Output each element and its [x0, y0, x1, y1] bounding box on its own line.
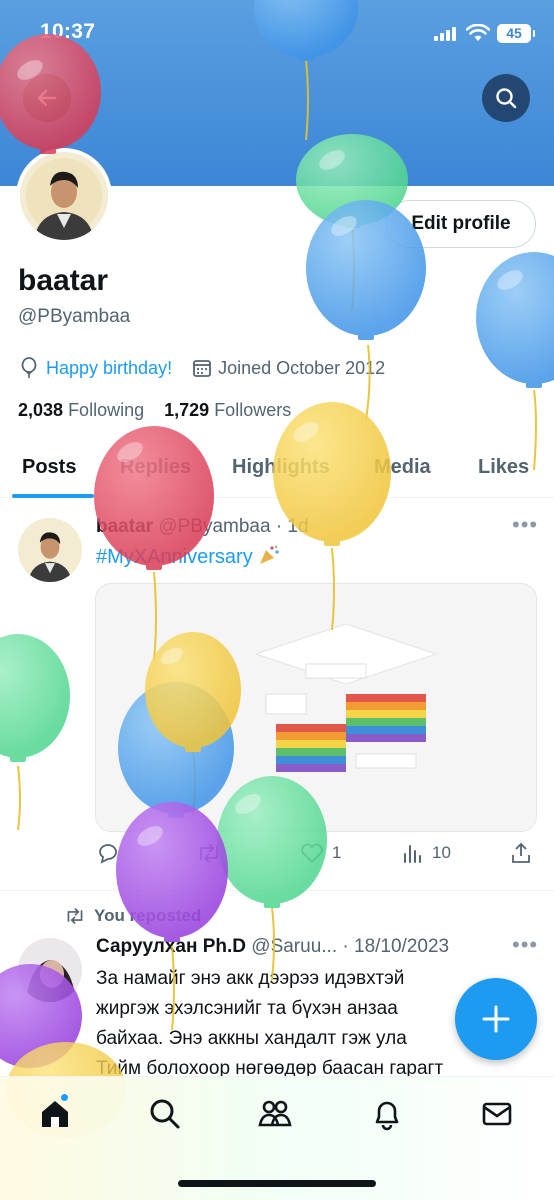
- like-count: 1: [332, 843, 342, 862]
- following-count: 2,038: [18, 400, 64, 420]
- tab-posts[interactable]: Posts: [22, 456, 76, 479]
- search-button[interactable]: [482, 74, 530, 122]
- hashtag-link[interactable]: #MyXAnniversary: [96, 546, 253, 568]
- tab-media[interactable]: Media: [374, 456, 431, 479]
- tab-likes[interactable]: Likes: [478, 456, 529, 479]
- joined-date: Joined October 2012: [218, 357, 386, 378]
- search-icon[interactable]: [148, 1097, 182, 1131]
- tweet-text-line: За намайг энэ акк дээрээ идэвхтэй: [96, 968, 405, 989]
- birthday-link[interactable]: Happy birthday!: [46, 358, 172, 379]
- repost-icon: [67, 908, 83, 924]
- home-indicator: [178, 1180, 376, 1187]
- views-icon: [404, 845, 421, 863]
- reply-button[interactable]: [96, 842, 128, 864]
- status-bar: 10:37 45: [0, 0, 554, 66]
- edit-profile-button[interactable]: Edit profile: [386, 200, 536, 248]
- communities-icon[interactable]: [258, 1097, 292, 1131]
- tweet-date[interactable]: · 18/10/2023: [342, 936, 449, 957]
- followers-count: 1,729: [164, 400, 210, 420]
- tweet-header: baatar @PByambaa · 1d: [96, 516, 309, 538]
- battery-indicator: 45: [497, 24, 535, 43]
- profile-handle: @PByambaa: [18, 306, 131, 327]
- balloon-location-icon: [21, 357, 37, 378]
- tweet-header: Саруулхан Ph.D @Saruu... · 18/10/2023: [96, 936, 449, 958]
- tab-highlights[interactable]: Highlights: [232, 456, 330, 479]
- tweet-text-line: байхаа. Энэ аккны хандалт гэж ула: [96, 1028, 407, 1049]
- share-button[interactable]: [510, 842, 532, 864]
- followers-link[interactable]: 1,729 Followers: [164, 400, 291, 420]
- balloon: [476, 252, 554, 388]
- repost-button[interactable]: [196, 842, 230, 864]
- reply-icon: [99, 844, 117, 864]
- tab-replies[interactable]: Replies: [120, 456, 191, 479]
- back-arrow-icon: [37, 89, 57, 107]
- avatar-photo: [18, 518, 82, 582]
- heart-icon: [301, 843, 323, 864]
- tweet-text-line: жиргэж эхэлсэнийг та бүхэн анзаа: [96, 998, 398, 1019]
- signal-icon: [434, 27, 458, 41]
- wifi-icon: [466, 24, 490, 41]
- profile-avatar[interactable]: [16, 148, 112, 244]
- tweet-avatar[interactable]: [18, 938, 82, 1002]
- plus-icon: [482, 1005, 510, 1033]
- messages-icon[interactable]: [480, 1097, 514, 1131]
- views-count: 10: [432, 843, 451, 862]
- tweet-handle[interactable]: @PByambaa: [158, 516, 270, 537]
- tweet-body[interactable]: За намайг энэ акк дээрээ идэвхтэй жиргэж…: [96, 964, 476, 1084]
- more-options-icon[interactable]: •••: [512, 932, 538, 958]
- x-anniversary-image: [96, 584, 536, 831]
- repost-icon: [200, 843, 218, 863]
- search-icon: [496, 88, 517, 109]
- repost-label-text: You reposted: [94, 906, 202, 925]
- more-options-icon[interactable]: •••: [512, 512, 538, 538]
- profile-meta: Happy birthday! Joined October 2012: [20, 356, 385, 380]
- followers-label: Followers: [214, 400, 292, 420]
- notifications-icon[interactable]: [370, 1097, 404, 1131]
- active-tab-indicator: [12, 494, 94, 498]
- following-link[interactable]: 2,038 Following: [18, 400, 144, 420]
- status-time: 10:37: [40, 20, 96, 43]
- share-icon: [512, 842, 530, 863]
- profile-name: baatar: [18, 264, 109, 297]
- party-popper-icon: [260, 545, 279, 564]
- avatar-photo: [20, 152, 108, 240]
- back-button[interactable]: [23, 74, 71, 122]
- calendar-icon: [193, 360, 211, 377]
- balloon: [0, 634, 70, 762]
- avatar-photo: [18, 938, 82, 1002]
- tweet-actions: 1 10: [96, 842, 536, 872]
- tweet-media[interactable]: [95, 583, 537, 832]
- profile-tabs: Posts Replies Highlights Media Likes: [0, 440, 554, 498]
- tweet-handle[interactable]: @Saruu...: [251, 936, 337, 957]
- compose-button[interactable]: [455, 978, 537, 1060]
- tweet-hashtag-line: #MyXAnniversary: [96, 544, 280, 569]
- tweet-time[interactable]: · 1d: [276, 516, 309, 537]
- tweet-author[interactable]: Саруулхан Ph.D: [96, 936, 246, 957]
- repost-indicator: You reposted: [64, 906, 201, 926]
- like-button[interactable]: 1: [300, 842, 341, 864]
- tweet-author[interactable]: baatar: [96, 516, 153, 537]
- tweet-avatar[interactable]: [18, 518, 82, 582]
- notification-dot: [60, 1093, 69, 1102]
- views-button[interactable]: 10: [402, 842, 451, 864]
- follow-stats: 2,038 Following 1,729 Followers: [18, 400, 291, 421]
- home-icon[interactable]: [38, 1097, 72, 1131]
- following-label: Following: [68, 400, 145, 420]
- tweet-divider: [0, 890, 554, 891]
